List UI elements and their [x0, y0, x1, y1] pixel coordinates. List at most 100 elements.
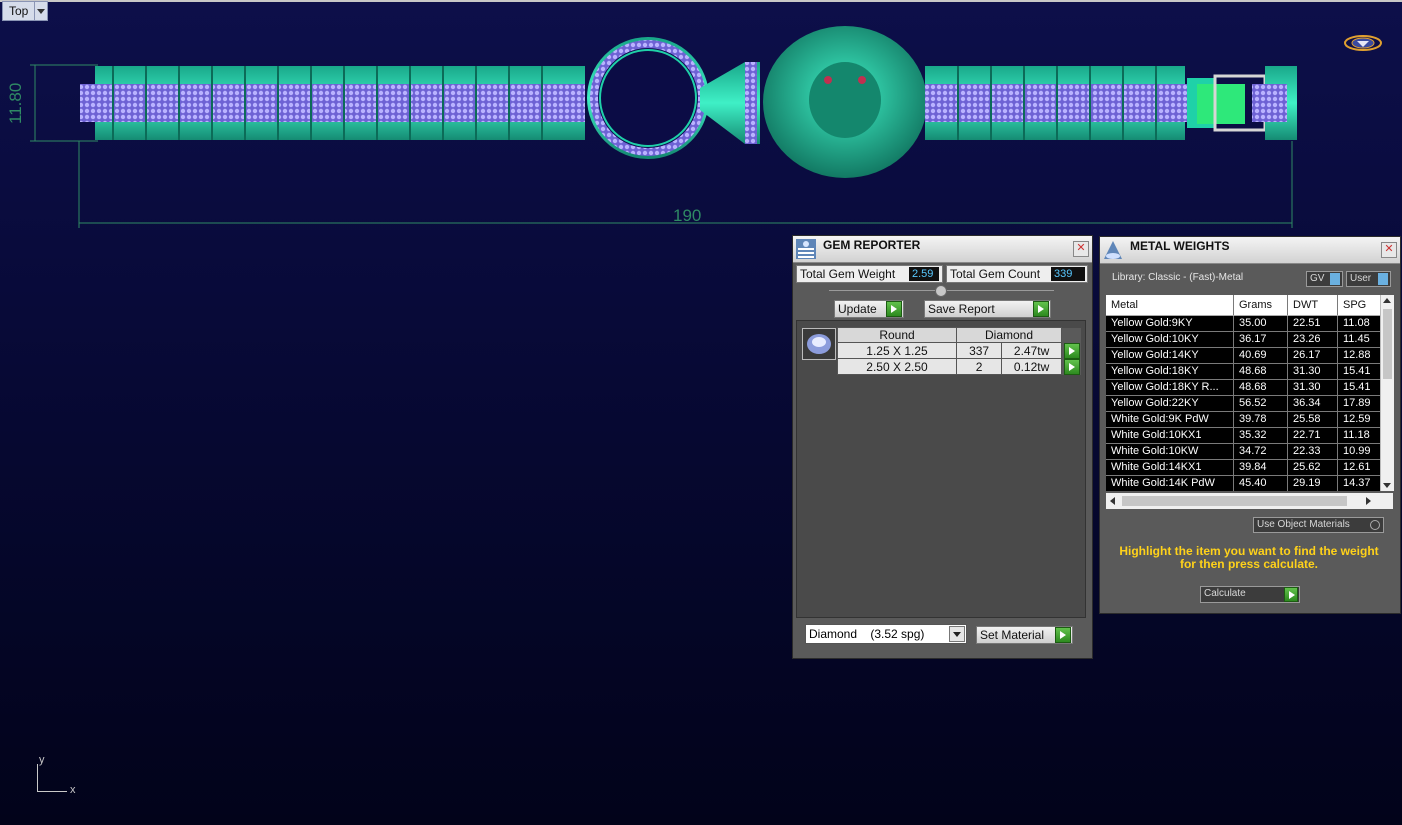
metal-row[interactable]: White Gold:10KX1 35.32 22.71 11.18: [1106, 427, 1384, 444]
metal-weights-titlebar[interactable]: METAL WEIGHTS ✕: [1100, 237, 1400, 264]
set-material-play-icon[interactable]: [1055, 627, 1071, 643]
metal-weights-close-icon[interactable]: ✕: [1381, 242, 1397, 258]
axis-x-line: [37, 791, 67, 792]
metal-weights-title: METAL WEIGHTS: [1130, 239, 1230, 253]
metal-spg: 11.45: [1337, 331, 1384, 348]
metal-name: Yellow Gold:10KY: [1106, 331, 1234, 348]
save-report-play-icon[interactable]: [1033, 301, 1049, 317]
metal-dwt: 26.17: [1287, 347, 1338, 364]
metal-spg: 14.37: [1337, 475, 1384, 491]
scroll-right-icon[interactable]: [1366, 497, 1371, 505]
gem-table-header-material: Diamond: [956, 327, 1062, 343]
metal-grams: 40.69: [1233, 347, 1288, 364]
metal-spg: 15.41: [1337, 363, 1384, 380]
gem-table-header-shape: Round: [837, 327, 957, 343]
material-select-value: Diamond (3.52 spg): [809, 627, 925, 641]
gem-size: 2.50 X 2.50: [837, 358, 957, 375]
metal-weights-table: Metal Grams DWT SPG Yellow Gold:9KY 35.00…: [1106, 295, 1393, 491]
update-label: Update: [838, 302, 877, 316]
metal-row[interactable]: Yellow Gold:18KY R... 48.68 31.30 15.41: [1106, 379, 1384, 396]
save-report-button[interactable]: Save Report: [924, 300, 1051, 318]
axis-x-label: x: [70, 784, 76, 796]
scroll-down-icon[interactable]: [1383, 483, 1391, 488]
col-header-dwt[interactable]: DWT: [1287, 295, 1338, 316]
metal-dwt: 25.58: [1287, 411, 1338, 428]
metal-spg: 15.41: [1337, 379, 1384, 396]
metal-grams: 36.17: [1233, 331, 1288, 348]
metal-spg: 12.88: [1337, 347, 1384, 364]
metal-grams: 45.40: [1233, 475, 1288, 491]
total-gem-count-value: 339: [1051, 267, 1085, 281]
gv-toggle-icon[interactable]: [1330, 273, 1340, 285]
metal-weight-icon: [1104, 241, 1122, 259]
material-select[interactable]: Diamond (3.52 spg): [805, 624, 967, 644]
metal-name: Yellow Gold:9KY: [1106, 315, 1234, 332]
metal-dwt: 22.33: [1287, 443, 1338, 460]
metal-row[interactable]: Yellow Gold:9KY 35.00 22.51 11.08: [1106, 315, 1384, 332]
save-report-label: Save Report: [928, 302, 995, 316]
total-gem-weight-field: Total Gem Weight 2.59: [796, 265, 943, 283]
scroll-left-icon[interactable]: [1110, 497, 1115, 505]
metal-spg: 17.89: [1337, 395, 1384, 412]
gem-weight: 2.47tw: [1001, 342, 1062, 359]
metal-name: White Gold:14KX1: [1106, 459, 1234, 476]
metal-row[interactable]: White Gold:14KX1 39.84 25.62 12.61: [1106, 459, 1384, 476]
calculate-play-icon[interactable]: [1284, 587, 1298, 602]
gem-row[interactable]: 1.25 X 1.25 337 2.47tw: [837, 342, 1081, 359]
h-scroll-thumb[interactable]: [1122, 496, 1347, 506]
gv-toggle[interactable]: GV: [1306, 271, 1343, 287]
metal-dwt: 23.26: [1287, 331, 1338, 348]
metal-grams: 34.72: [1233, 443, 1288, 460]
metal-table-horizontal-scrollbar[interactable]: [1106, 493, 1393, 509]
scroll-up-icon[interactable]: [1383, 298, 1391, 303]
set-material-button[interactable]: Set Material: [976, 626, 1073, 644]
use-object-materials-label: Use Object Materials: [1257, 519, 1350, 530]
col-header-grams[interactable]: Grams: [1233, 295, 1288, 316]
update-button[interactable]: Update: [834, 300, 904, 318]
metal-grams: 48.68: [1233, 363, 1288, 380]
use-object-materials-toggle[interactable]: Use Object Materials: [1253, 517, 1384, 533]
calculate-button[interactable]: Calculate: [1200, 586, 1300, 603]
col-header-metal[interactable]: Metal: [1106, 295, 1234, 316]
user-toggle[interactable]: User: [1346, 271, 1391, 287]
metal-row[interactable]: White Gold:10KW 34.72 22.33 10.99: [1106, 443, 1384, 460]
gem-size: 1.25 X 1.25: [837, 342, 957, 359]
metal-spg: 10.99: [1337, 443, 1384, 460]
radio-icon[interactable]: [1370, 520, 1380, 530]
update-play-icon[interactable]: [886, 301, 902, 317]
library-label: Library: Classic - (Fast)-Metal: [1112, 272, 1244, 283]
metal-dwt: 29.19: [1287, 475, 1338, 491]
metal-grams: 48.68: [1233, 379, 1288, 396]
round-gem-icon[interactable]: [802, 328, 836, 360]
metal-dwt: 31.30: [1287, 379, 1338, 396]
gem-row-play-icon[interactable]: [1064, 358, 1081, 375]
metal-dwt: 22.71: [1287, 427, 1338, 444]
total-gem-weight-label: Total Gem Weight: [800, 267, 896, 281]
gem-count: 2: [955, 358, 1003, 375]
slider-knob-icon[interactable]: [935, 285, 947, 297]
gem-row-play-icon[interactable]: [1064, 342, 1080, 359]
metal-row[interactable]: Yellow Gold:18KY 48.68 31.30 15.41: [1106, 363, 1384, 380]
metal-row[interactable]: White Gold:9K PdW 39.78 25.58 12.59: [1106, 411, 1384, 428]
gem-reporter-close-icon[interactable]: ✕: [1073, 241, 1089, 257]
user-toggle-icon[interactable]: [1378, 273, 1388, 285]
total-gem-weight-value: 2.59: [909, 267, 939, 281]
gem-reporter-titlebar[interactable]: GEM REPORTER ✕: [793, 236, 1092, 263]
metal-row[interactable]: Yellow Gold:14KY 40.69 26.17 12.88: [1106, 347, 1384, 364]
dimension-height: 11.80: [6, 82, 25, 124]
axis-y-line: [37, 764, 38, 792]
col-header-spg[interactable]: SPG: [1337, 295, 1384, 316]
metal-row[interactable]: Yellow Gold:22KY 56.52 36.34 17.89: [1106, 395, 1384, 412]
metal-row[interactable]: White Gold:14K PdW 45.40 29.19 14.37: [1106, 475, 1384, 491]
gem-weight: 0.12tw: [1001, 358, 1062, 375]
axis-indicator: y x: [36, 754, 76, 796]
gem-report-icon: [796, 239, 816, 259]
metal-table-vertical-scrollbar[interactable]: [1380, 295, 1394, 491]
metal-name: Yellow Gold:18KY R...: [1106, 379, 1234, 396]
gem-row[interactable]: 2.50 X 2.50 2 0.12tw: [837, 358, 1081, 375]
metal-dwt: 25.62: [1287, 459, 1338, 476]
metal-row[interactable]: Yellow Gold:10KY 36.17 23.26 11.45: [1106, 331, 1384, 348]
metal-grams: 56.52: [1233, 395, 1288, 412]
total-gem-count-field: Total Gem Count 339: [946, 265, 1088, 283]
scroll-thumb[interactable]: [1383, 309, 1392, 379]
